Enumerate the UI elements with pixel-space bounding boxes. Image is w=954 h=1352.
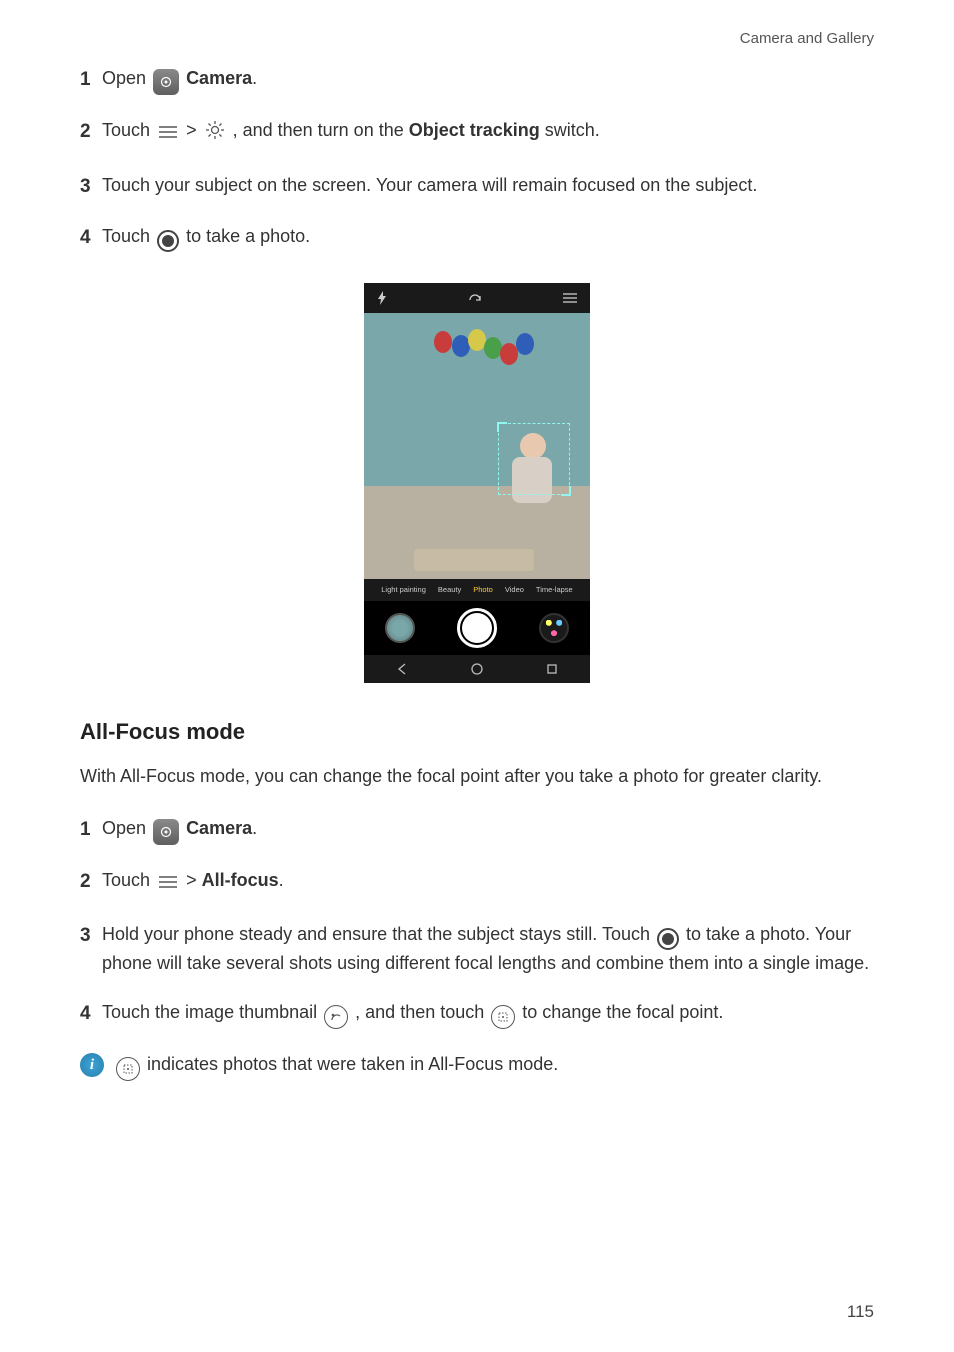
- all-focus-indicator-icon: [116, 1057, 140, 1081]
- all-focus-thumbnail-icon: [324, 1005, 348, 1029]
- effects-button: [539, 613, 569, 643]
- app-label: Camera: [186, 68, 252, 88]
- text: , and then touch: [355, 1002, 489, 1022]
- step-body: Touch to take a photo.: [102, 223, 874, 252]
- step-a1: 1 Open Camera.: [80, 65, 874, 95]
- text: >: [186, 120, 202, 140]
- camera-app-icon: [153, 819, 179, 845]
- step-body: Touch your subject on the screen. Your c…: [102, 172, 874, 200]
- text: Touch: [102, 120, 155, 140]
- text: Touch: [102, 226, 155, 246]
- step-number: 2: [80, 117, 102, 146]
- switch-camera-icon: [466, 291, 484, 305]
- step-number: 4: [80, 999, 102, 1028]
- step-a3: 3 Touch your subject on the screen. Your…: [80, 172, 874, 201]
- mode-label: Light painting: [381, 585, 426, 594]
- text: .: [252, 68, 257, 88]
- step-body: Touch > All-focus.: [102, 867, 874, 899]
- text: Open: [102, 68, 151, 88]
- text: Open: [102, 818, 151, 838]
- text: , and then turn on the: [233, 120, 409, 140]
- feature-label: Object tracking: [409, 120, 540, 140]
- text: >: [186, 870, 202, 890]
- text: .: [252, 818, 257, 838]
- text: to take a photo.: [186, 226, 310, 246]
- feature-label: All-focus: [202, 870, 279, 890]
- camera-mode-strip: Light painting Beauty Photo Video Time-l…: [364, 579, 590, 601]
- menu-icon: [157, 871, 179, 899]
- step-a4: 4 Touch to take a photo.: [80, 223, 874, 252]
- shutter-icon: [657, 928, 679, 950]
- phone-screen: Light painting Beauty Photo Video Time-l…: [364, 283, 590, 683]
- shutter-button: [457, 608, 497, 648]
- step-number: 2: [80, 867, 102, 896]
- nav-home-icon: [470, 662, 484, 676]
- step-b1: 1 Open Camera.: [80, 815, 874, 845]
- camera-controls: [364, 601, 590, 655]
- step-body: Touch > , and then turn on the Object tr…: [102, 117, 874, 150]
- step-number: 1: [80, 65, 102, 94]
- step-number: 4: [80, 223, 102, 252]
- step-body: Touch the image thumbnail , and then tou…: [102, 999, 874, 1029]
- step-body: Hold your phone steady and ensure that t…: [102, 921, 874, 978]
- mode-label: Beauty: [438, 585, 461, 594]
- step-body: Open Camera.: [102, 815, 874, 845]
- text: Touch: [102, 870, 155, 890]
- nav-recent-icon: [545, 662, 559, 676]
- camera-menu-icon: [562, 292, 578, 304]
- text: to change the focal point.: [522, 1002, 723, 1022]
- page-number: 115: [847, 1302, 874, 1322]
- system-nav-bar: [364, 655, 590, 683]
- text: .: [279, 870, 284, 890]
- menu-icon: [157, 121, 179, 149]
- gallery-thumbnail: [385, 613, 415, 643]
- balloon-graphic: [516, 333, 534, 355]
- flash-icon: [376, 291, 388, 305]
- mode-label: Video: [505, 585, 524, 594]
- phone-screenshot: Light painting Beauty Photo Video Time-l…: [80, 283, 874, 683]
- camera-top-bar: [364, 283, 590, 313]
- section-intro: With All-Focus mode, you can change the …: [80, 763, 874, 791]
- step-number: 3: [80, 921, 102, 950]
- gear-icon: [204, 119, 226, 150]
- step-a2: 2 Touch > , and then turn on the Object …: [80, 117, 874, 150]
- app-label: Camera: [186, 818, 252, 838]
- step-number: 1: [80, 815, 102, 844]
- tip-row: i indicates photos that were taken in Al…: [80, 1051, 874, 1081]
- tip-text: indicates photos that were taken in All-…: [147, 1054, 558, 1074]
- info-icon: i: [80, 1053, 104, 1077]
- all-focus-edit-icon: [491, 1005, 515, 1029]
- tip-body: indicates photos that were taken in All-…: [114, 1051, 558, 1081]
- text: Hold your phone steady and ensure that t…: [102, 924, 655, 944]
- viewfinder: [364, 313, 590, 579]
- text: switch.: [540, 120, 600, 140]
- nav-back-icon: [395, 662, 409, 676]
- shutter-icon: [157, 230, 179, 252]
- step-body: Open Camera.: [102, 65, 874, 95]
- header-section-title: Camera and Gallery: [80, 30, 874, 47]
- step-b3: 3 Hold your phone steady and ensure that…: [80, 921, 874, 978]
- camera-app-icon: [153, 69, 179, 95]
- mode-label: Time-lapse: [536, 585, 573, 594]
- step-number: 3: [80, 172, 102, 201]
- tracking-focus-box: [498, 423, 570, 495]
- text: Touch the image thumbnail: [102, 1002, 322, 1022]
- balloon-graphic: [434, 331, 452, 353]
- section-heading-all-focus: All-Focus mode: [80, 719, 874, 745]
- step-b2: 2 Touch > All-focus.: [80, 867, 874, 899]
- step-b4: 4 Touch the image thumbnail , and then t…: [80, 999, 874, 1029]
- mode-label-active: Photo: [473, 585, 493, 594]
- floor-graphic: [414, 549, 534, 571]
